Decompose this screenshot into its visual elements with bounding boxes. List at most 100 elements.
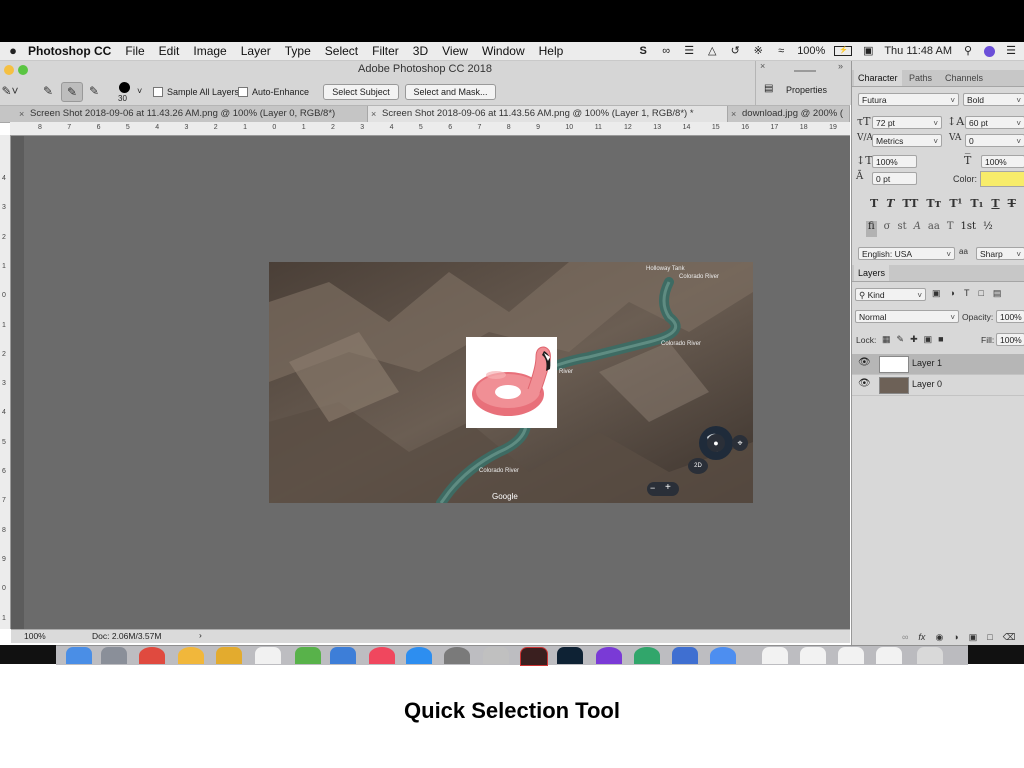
trash-icon[interactable] <box>917 647 943 664</box>
menu-type[interactable]: Type <box>285 44 311 58</box>
smart-object-filter-icon[interactable]: ▤ <box>993 288 1002 301</box>
fill-input[interactable]: 100% <box>996 333 1024 346</box>
pixel-layer-filter-icon[interactable]: ▣ <box>932 288 941 301</box>
antialias-select[interactable]: Sharp ˅ <box>976 247 1024 260</box>
tab-paths[interactable]: Paths <box>905 70 936 86</box>
faux-italic-button[interactable]: T <box>886 197 894 211</box>
checkbox-box[interactable] <box>238 87 248 97</box>
adjustment-layer-filter-icon[interactable]: ◑ <box>950 288 955 301</box>
font-style-select[interactable]: Bold ˅ <box>963 93 1024 106</box>
lock-all-icon[interactable]: ■ <box>938 334 943 346</box>
menu-image[interactable]: Image <box>193 44 226 58</box>
shape-layer-filter-icon[interactable]: □ <box>978 288 983 301</box>
delete-layer-icon[interactable]: ⌫ <box>1003 632 1016 644</box>
tool-preset-icon[interactable]: ✎˅ <box>0 82 20 100</box>
subtract-from-selection-brush-icon[interactable]: ✎ <box>84 82 104 100</box>
layer-1-content[interactable] <box>466 337 557 428</box>
visibility-eye-icon[interactable]: 👁 <box>858 357 871 368</box>
status-menu-chevron-icon[interactable]: › <box>199 630 202 640</box>
ligatures-button[interactable]: fi <box>866 221 877 237</box>
app-store-icon[interactable] <box>406 647 432 664</box>
airplay-icon[interactable]: △ <box>705 45 719 57</box>
vertical-scale-input[interactable]: 100% <box>872 155 917 168</box>
old-style-button[interactable]: σ <box>884 221 891 237</box>
titling-button[interactable]: T <box>947 221 954 237</box>
expand-panel-icon[interactable]: » <box>838 61 843 71</box>
tab-channels[interactable]: Channels <box>941 70 987 86</box>
small-caps-button[interactable]: Tт <box>926 197 941 211</box>
menu-filter[interactable]: Filter <box>372 44 399 58</box>
lock-artboard-icon[interactable]: ▣ <box>924 334 933 346</box>
new-layer-icon[interactable]: □ <box>987 632 992 644</box>
faux-bold-button[interactable]: T <box>870 197 878 211</box>
close-panel-icon[interactable]: × <box>760 61 765 71</box>
font-family-select[interactable]: Futura ˅ <box>858 93 959 106</box>
add-mask-icon[interactable]: ◉ <box>935 632 943 644</box>
close-tab-icon[interactable]: × <box>19 106 24 122</box>
text-color-swatch[interactable] <box>980 171 1024 187</box>
checkbox-box[interactable] <box>153 87 163 97</box>
swash-button[interactable]: A <box>914 221 921 237</box>
opacity-input[interactable]: 100% <box>996 310 1024 323</box>
underline-button[interactable]: T <box>991 197 999 211</box>
dock-document-3-icon[interactable] <box>838 647 864 664</box>
music-icon[interactable] <box>369 647 395 664</box>
launchpad-icon[interactable] <box>101 647 127 664</box>
leading-select[interactable]: 60 pt ˅ <box>965 116 1024 129</box>
menu-layer[interactable]: Layer <box>241 44 271 58</box>
bluetooth-icon[interactable]: ※ <box>751 45 765 57</box>
dock-document-2-icon[interactable] <box>800 647 826 664</box>
calculator-icon[interactable] <box>483 647 509 664</box>
discretionary-ligatures-button[interactable]: st <box>898 221 907 237</box>
wifi-icon[interactable]: ≈ <box>774 45 788 57</box>
superscript-button[interactable]: T¹ <box>949 197 962 211</box>
add-to-selection-brush-icon[interactable]: ✎ <box>61 82 83 102</box>
panel-grip[interactable] <box>794 70 816 72</box>
creative-cloud-icon[interactable]: ∞ <box>659 45 673 57</box>
doc-tab-2[interactable]: × Screen Shot 2018-09-06 at 11.43.56 AM.… <box>368 106 728 122</box>
subscript-button[interactable]: T₁ <box>970 197 983 211</box>
menu-view[interactable]: View <box>442 44 468 58</box>
doc-tab-1[interactable]: × Screen Shot 2018-09-06 at 11.43.26 AM.… <box>16 106 368 122</box>
stack-icon[interactable]: ☰ <box>682 45 696 57</box>
system-preferences-icon[interactable] <box>444 647 470 664</box>
tab-layers[interactable]: Layers <box>854 265 890 281</box>
select-and-mask-button[interactable]: Select and Mask... <box>405 84 496 100</box>
atom-icon[interactable] <box>634 647 660 664</box>
layer-row-layer-1[interactable]: 👁 Layer 1 <box>852 354 1024 375</box>
dock-document-4-icon[interactable] <box>876 647 902 664</box>
visibility-eye-icon[interactable]: 👁 <box>858 378 871 389</box>
menu-help[interactable]: Help <box>539 44 564 58</box>
battery-icon[interactable]: ⚡ <box>834 46 853 56</box>
layer-filter-select[interactable]: ⚲ Kind ˅ <box>855 288 926 301</box>
siri-icon[interactable] <box>984 45 995 57</box>
safari-icon[interactable] <box>710 647 736 664</box>
sample-all-layers-checkbox[interactable]: Sample All Layers <box>153 87 239 97</box>
menu-select[interactable]: Select <box>325 44 358 58</box>
select-subject-button[interactable]: Select Subject <box>323 84 399 100</box>
scrivener-icon[interactable] <box>672 647 698 664</box>
blend-mode-select[interactable]: Normal ˅ <box>855 310 959 323</box>
baseline-shift-input[interactable]: 0 pt <box>872 172 917 185</box>
apple-menu-icon[interactable]: ● <box>5 43 21 59</box>
link-layers-icon[interactable]: ∞ <box>902 632 908 644</box>
close-tab-icon[interactable]: × <box>731 106 736 122</box>
language-select[interactable]: English: USA ˅ <box>858 247 955 260</box>
layer-style-fx-icon[interactable]: fx <box>918 632 925 644</box>
display-icon[interactable]: ▣ <box>861 45 875 57</box>
finder-icon[interactable] <box>66 647 92 664</box>
close-tab-icon[interactable]: × <box>371 106 376 122</box>
lock-image-icon[interactable]: ✎ <box>897 334 905 346</box>
zoom-level[interactable]: 100% <box>24 631 46 641</box>
textedit-icon[interactable] <box>255 647 281 664</box>
new-selection-brush-icon[interactable]: ✎ <box>38 82 58 100</box>
chrome-icon[interactable] <box>139 647 165 664</box>
properties-label[interactable]: Properties <box>786 85 827 95</box>
menu-app-name[interactable]: Photoshop CC <box>28 44 111 58</box>
preview-icon[interactable] <box>216 647 242 664</box>
clock[interactable]: Thu 11:48 AM <box>884 45 952 57</box>
fractions-button[interactable]: ½ <box>983 221 993 237</box>
lock-position-icon[interactable]: ✚ <box>910 334 918 346</box>
adjustment-layer-icon[interactable]: ◑ <box>953 632 958 644</box>
menu-3d[interactable]: 3D <box>413 44 428 58</box>
